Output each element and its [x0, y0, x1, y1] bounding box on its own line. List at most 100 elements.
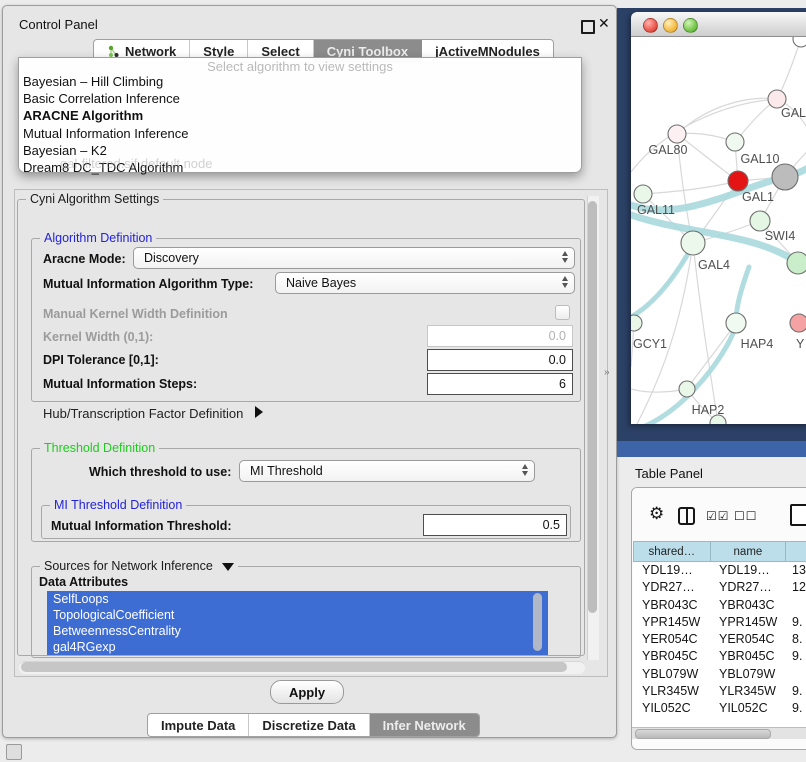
node-label: GAL4 — [698, 258, 730, 272]
settings-vscrollbar-thumb[interactable] — [588, 201, 597, 613]
table-row[interactable]: YDR27…YDR27…12 — [633, 580, 806, 597]
table-row[interactable]: YPR145WYPR145W9. — [633, 615, 806, 632]
panel-title: Control Panel — [19, 17, 98, 32]
table-row[interactable]: YBL079WYBL079W — [633, 667, 806, 684]
list-item[interactable]: TopologicalCoefficient — [47, 607, 548, 623]
tab-discretize-data[interactable]: Discretize Data — [249, 714, 369, 736]
list-item[interactable]: gal4RGexp — [47, 639, 548, 655]
mi-threshold-definition-title: MI Threshold Definition — [50, 498, 186, 512]
node-label: GAL80 — [649, 143, 688, 157]
network-node[interactable] — [790, 314, 806, 332]
table-cell: YPR145W — [710, 615, 785, 632]
table-cell: YBR043C — [633, 598, 710, 615]
table-hscrollbar-track[interactable] — [632, 727, 806, 739]
minimized-widget-icon[interactable] — [6, 744, 22, 760]
table-row[interactable]: YDL19…YDL19…13 — [633, 563, 806, 580]
stepper-icon — [522, 464, 528, 476]
network-node[interactable] — [668, 125, 686, 143]
node-label: GAL10 — [741, 152, 780, 166]
tab-impute-data[interactable]: Impute Data — [148, 714, 249, 736]
columns-icon[interactable] — [678, 507, 695, 525]
table-row[interactable]: YBR045CYBR045C9. — [633, 649, 806, 666]
dropdown-item-selected[interactable]: ARACNE Algorithm — [19, 108, 581, 125]
network-node[interactable] — [631, 315, 642, 331]
collapsed-arrow-icon — [255, 406, 263, 418]
node-label: GAL — [781, 106, 806, 120]
stepper-icon — [562, 276, 568, 288]
network-node[interactable] — [726, 313, 746, 333]
network-window-titlebar[interactable] — [631, 12, 806, 37]
close-traffic-light-icon[interactable] — [643, 18, 658, 33]
network-node[interactable] — [793, 37, 806, 47]
manual-kernel-width-checkbox[interactable] — [555, 305, 570, 320]
aracne-mode-combobox[interactable]: Discovery — [133, 247, 575, 269]
apply-button[interactable]: Apply — [270, 680, 344, 704]
mi-algorithm-type-combobox[interactable]: Naive Bayes — [275, 272, 575, 294]
dropdown-item[interactable]: Basic Correlation Inference — [19, 91, 581, 108]
select-all-checkboxes-icon[interactable]: ☑☑ — [706, 509, 730, 523]
node-label: GCY1 — [633, 337, 667, 351]
network-canvas-svg: GALGAL80GAL10GAL1GAL11SWI4GAL4GCY1HAP4YH… — [631, 37, 806, 424]
column-header[interactable] — [786, 541, 806, 562]
network-canvas[interactable]: GALGAL80GAL10GAL1GAL11SWI4GAL4GCY1HAP4YH… — [631, 37, 806, 424]
table-body: YDL19…YDL19…13YDR27…YDR27…12YBR043CYBR04… — [633, 563, 806, 727]
network-node[interactable] — [679, 381, 695, 397]
dropdown-placeholder: Select algorithm to view settings — [19, 58, 581, 74]
network-node[interactable] — [750, 211, 770, 231]
new-table-icon[interactable] — [790, 504, 806, 526]
network-node[interactable] — [681, 231, 705, 255]
tab-infer-network[interactable]: Infer Network — [370, 714, 479, 736]
hub-definition-toggle[interactable]: Hub/Transcription Factor Definition — [43, 406, 263, 421]
stepper-icon — [562, 251, 568, 263]
zoom-traffic-light-icon[interactable] — [683, 18, 698, 33]
aracne-mode-label: Aracne Mode: — [43, 252, 126, 266]
table-row[interactable]: YBR043CYBR043C — [633, 598, 806, 615]
table-cell — [785, 598, 806, 615]
network-node[interactable] — [772, 164, 798, 190]
float-window-icon[interactable] — [581, 20, 595, 34]
table-row[interactable]: YLR345WYLR345W9. — [633, 684, 806, 701]
dpi-tolerance-field[interactable]: 0.0 — [427, 349, 573, 371]
which-threshold-combobox[interactable]: MI Threshold — [239, 460, 535, 482]
dropdown-item[interactable]: Mutual Information Inference — [19, 125, 581, 142]
table-row[interactable]: YER054CYER054C8. — [633, 632, 806, 649]
table-hscrollbar-thumb[interactable] — [635, 729, 771, 739]
deselect-all-checkboxes-icon[interactable]: ☐☐ — [734, 509, 758, 523]
sources-title[interactable]: Sources for Network Inference — [40, 559, 238, 573]
dropdown-item[interactable]: Bayesian – Hill Climbing — [19, 74, 581, 91]
column-header[interactable]: name — [711, 541, 787, 562]
data-attributes-label: Data Attributes — [39, 575, 128, 589]
network-node[interactable] — [726, 133, 744, 151]
table-row[interactable]: YIL052CYIL052C9. — [633, 701, 806, 718]
table-cell: YBR043C — [710, 598, 785, 615]
background-combo-text: gal-filtered.sif default node — [60, 156, 212, 171]
node-label: GAL11 — [637, 203, 675, 217]
column-header[interactable]: shared… — [633, 541, 711, 562]
kernel-width-field[interactable]: 0.0 — [427, 325, 573, 347]
table-cell: YBL079W — [710, 667, 785, 684]
table-cell: YDL19… — [633, 563, 710, 580]
list-item[interactable]: SelfLoops — [47, 591, 548, 607]
node-label: HAP4 — [741, 337, 774, 351]
data-attributes-list[interactable]: SelfLoops TopologicalCoefficient Between… — [47, 591, 548, 655]
table-cell: 8. — [785, 632, 806, 649]
panel-resize-handle[interactable]: » — [604, 367, 610, 378]
close-icon[interactable]: ✕ — [598, 15, 610, 32]
table-cell: YIL052C — [633, 701, 710, 718]
table-panel-title: Table Panel — [635, 466, 703, 481]
network-node[interactable] — [634, 185, 652, 203]
gear-icon[interactable]: ⚙ — [649, 505, 664, 522]
network-node[interactable] — [787, 252, 806, 274]
table-cell: 9. — [785, 701, 806, 718]
list-scrollbar[interactable] — [533, 593, 542, 651]
expanded-arrow-icon — [222, 563, 234, 571]
table-cell: YBR045C — [633, 649, 710, 666]
dpi-tolerance-label: DPI Tolerance [0,1]: — [43, 353, 159, 367]
minimize-traffic-light-icon[interactable] — [663, 18, 678, 33]
settings-hscrollbar-thumb[interactable] — [21, 662, 567, 672]
mi-threshold-field[interactable]: 0.5 — [423, 514, 567, 536]
network-node[interactable] — [728, 171, 748, 191]
list-item[interactable]: BetweennessCentrality — [47, 623, 548, 639]
desktop-background-band — [617, 441, 806, 457]
mi-steps-field[interactable]: 6 — [427, 373, 573, 395]
